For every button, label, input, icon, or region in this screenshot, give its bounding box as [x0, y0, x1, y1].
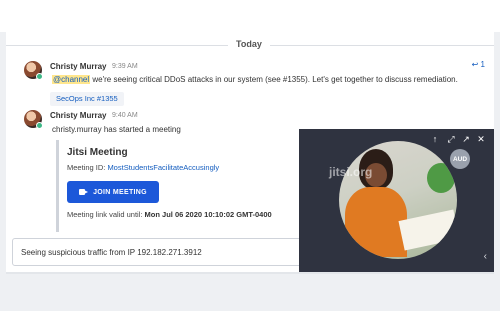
jitsi-watermark: jitsi.org	[329, 165, 373, 179]
reply-count[interactable]: ↩ 1	[472, 60, 485, 69]
online-status-icon	[36, 122, 43, 129]
meeting-id-link[interactable]: MostStudentsFacilitateAccusingly	[107, 163, 219, 172]
online-status-icon	[36, 73, 43, 80]
popout-icon[interactable]: ↗	[461, 134, 471, 144]
join-meeting-button[interactable]: JOIN MEETING	[67, 181, 159, 203]
paper-image	[398, 209, 457, 251]
meeting-id-label: Meeting ID:	[67, 163, 108, 172]
top-gap	[0, 0, 500, 32]
arrow-up-icon[interactable]: ↑	[430, 134, 440, 144]
meeting-id: Meeting ID: MostStudentsFacilitateAccusi…	[67, 163, 219, 172]
participant-video	[339, 141, 457, 259]
audio-participant-badge[interactable]: AUD	[450, 149, 470, 169]
meeting-valid-value: Mon Jul 06 2020 10:10:02 GMT-0400	[144, 210, 272, 219]
join-meeting-label: JOIN MEETING	[93, 188, 147, 196]
mention-channel[interactable]: @channel	[52, 75, 91, 84]
reply-count-value: 1	[480, 60, 485, 69]
chevron-left-icon[interactable]: ‹	[484, 251, 487, 262]
close-icon[interactable]: ✕	[476, 134, 486, 144]
meeting-valid-until: Meeting link valid until: Mon Jul 06 202…	[67, 210, 272, 219]
plant-image	[427, 163, 455, 193]
reply-icon: ↩	[471, 60, 479, 69]
video-call-window[interactable]: jitsi.org AUD ↑ ⤢ ↗ ✕ ‹	[299, 129, 494, 272]
meeting-title: Jitsi Meeting	[67, 147, 128, 158]
message-time[interactable]: 9:39 AM	[112, 63, 138, 70]
channel-reference-link[interactable]: SecOps Inc #1355	[50, 92, 124, 106]
meeting-card: Jitsi Meeting Meeting ID: MostStudentsFa…	[56, 140, 306, 232]
date-divider-label: Today	[228, 39, 270, 49]
expand-icon[interactable]: ⤢	[446, 134, 456, 144]
camera-icon	[79, 189, 89, 195]
message-author[interactable]: Christy Murray	[50, 111, 106, 120]
message-text: @channel we're seeing critical DDoS atta…	[52, 75, 458, 84]
message-author[interactable]: Christy Murray	[50, 62, 106, 71]
message-text: christy.murray has started a meeting	[52, 125, 181, 134]
message-compose-input[interactable]: Seeing suspicious traffic from IP 192.18…	[12, 238, 302, 266]
bottom-border	[6, 272, 494, 274]
meeting-valid-label: Meeting link valid until:	[67, 210, 145, 219]
message-body: we're seeing critical DDoS attacks in ou…	[90, 75, 458, 84]
message-time[interactable]: 9:40 AM	[112, 112, 138, 119]
